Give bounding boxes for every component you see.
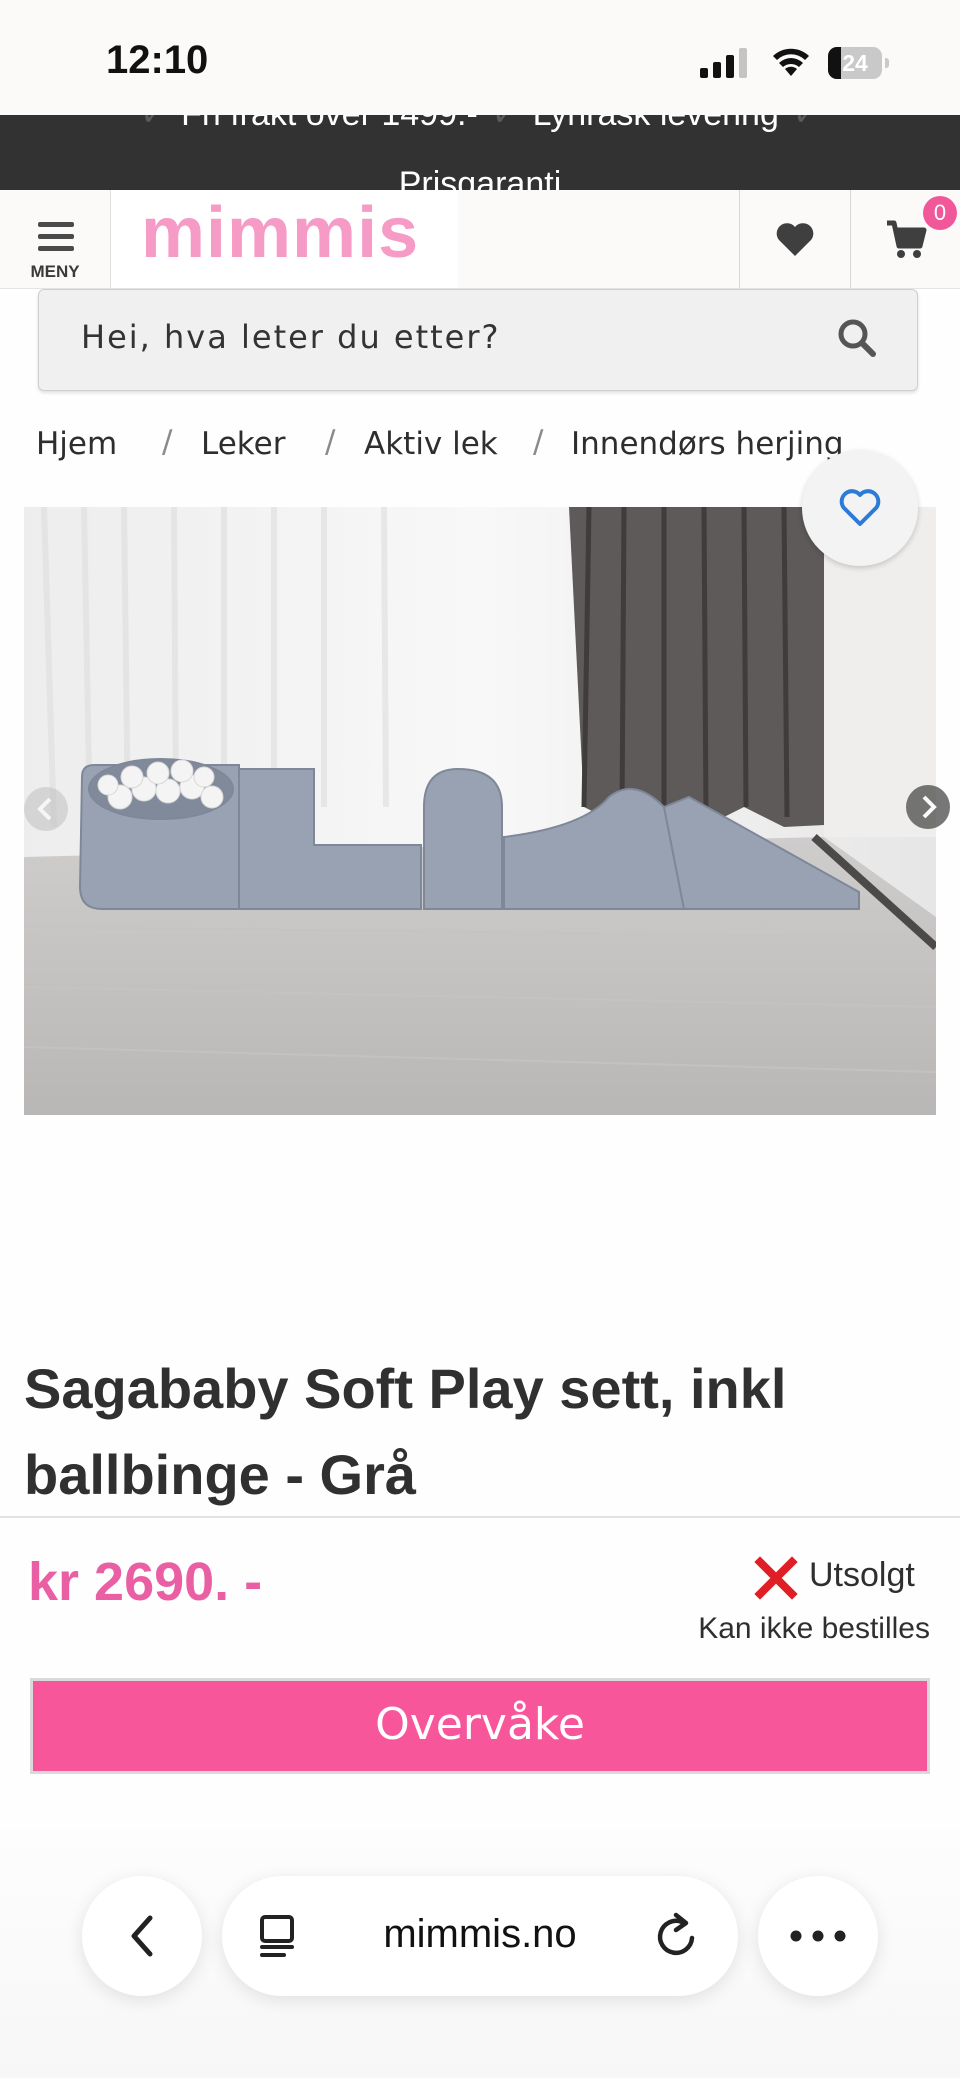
logo-text: mimmis [141,193,420,273]
product-gallery [24,507,936,1115]
site-header: MENY mimmis 0 [0,190,960,289]
breadcrumb: Hjem / Leker / Aktiv lek / Innendørs her… [36,424,844,462]
divider [0,1516,960,1518]
gallery-prev-button[interactable] [24,787,68,831]
menu-button[interactable]: MENY [0,190,111,288]
add-to-wishlist-button[interactable] [802,450,918,566]
stock-status-label: Utsolgt [809,1556,915,1594]
chevron-left-icon [131,1915,153,1957]
check-icon: ✓ [793,115,820,133]
promo-bar: ✓ Fri frakt over 1499.- ✓ Lynrask levering ✓… [0,115,960,190]
cart-button[interactable]: 0 [850,190,960,288]
status-bar: 12:10 24 [0,0,960,115]
battery-icon: 24 [828,47,890,79]
promo-price-guarantee: Prisgaranti [398,165,562,190]
sold-out-x-icon [754,1556,798,1600]
browser-back-button[interactable] [82,1876,202,1996]
check-icon: ✓ [140,115,167,133]
product-title: Sagababy Soft Play sett, inkl ballbinge … [24,1357,787,1506]
cellular-signal-icon [700,48,747,78]
more-dots-icon [790,1930,846,1942]
promo-free-shipping: Fri frakt over 1499.- [181,115,478,133]
logo[interactable]: mimmis [111,190,458,288]
search-input[interactable]: Hei, hva leter du etter? [38,289,918,391]
heart-icon [776,223,814,256]
breadcrumb-active-play[interactable]: Aktiv lek [364,426,498,462]
browser-more-button[interactable] [758,1876,878,1996]
battery-level: 24 [842,50,868,76]
gallery-next-button[interactable] [906,785,950,829]
stock-status: Utsolgt [750,1550,930,1606]
wifi-icon [773,48,809,76]
stock-note: Kan ikke bestilles [698,1612,930,1645]
heart-outline-icon [839,489,881,526]
hamburger-icon [38,222,74,252]
cart-icon [887,220,927,258]
menu-label: MENY [30,262,80,281]
breadcrumb-toys[interactable]: Leker [201,426,285,462]
search-icon[interactable] [835,316,879,360]
promo-fast-delivery: Lynrask levering [533,115,779,133]
breadcrumb-home[interactable]: Hjem [36,426,117,462]
chevron-right-icon [922,795,937,819]
breadcrumb-indoor-play[interactable]: Innendørs herjing [571,426,844,462]
search-placeholder: Hei, hva leter du etter? [81,318,501,356]
reload-icon[interactable] [654,1912,700,1960]
watch-button[interactable]: Overvåke [30,1678,930,1774]
browser-toolbar: mimmis.no [0,1830,960,2078]
wishlist-button[interactable] [739,190,850,288]
chevron-left-icon [37,797,52,821]
status-time: 12:10 [106,38,209,82]
cart-count-badge: 0 [923,196,957,230]
product-image[interactable] [24,507,936,1115]
product-price: kr 2690. - [28,1552,263,1612]
address-bar[interactable]: mimmis.no [222,1876,738,1996]
check-icon: ✓ [492,115,519,133]
